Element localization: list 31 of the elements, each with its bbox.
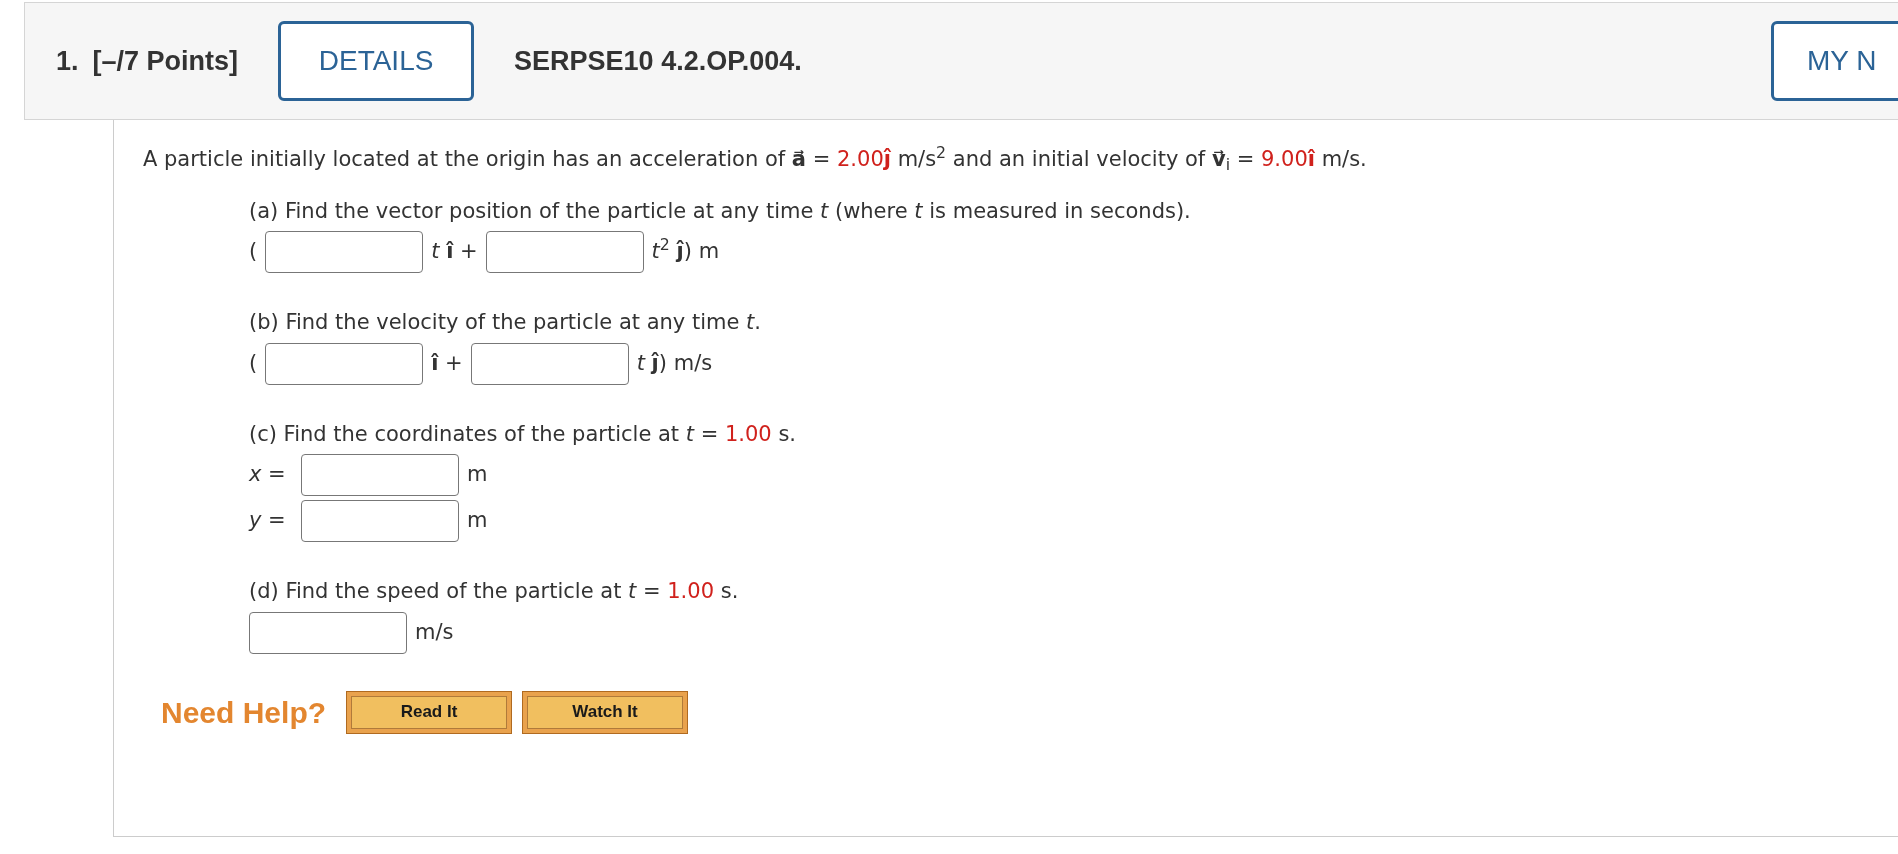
- unit-text: (: [249, 238, 258, 266]
- part-question: (d) Find the speed of the particle at t = 1.00 s.: [249, 578, 739, 605]
- unit-text: m/s: [415, 618, 454, 646]
- answer-field[interactable]: [301, 454, 459, 496]
- part-question: (b) Find the velocity of the particle at any time t.: [249, 309, 761, 336]
- answer-field[interactable]: [485, 231, 644, 273]
- question-id: SERPSE10 4.2.OP.004.: [514, 44, 802, 78]
- answer-field[interactable]: [301, 500, 459, 542]
- part-question: (c) Find the coordinates of the particle at t = 1.00 s.: [249, 420, 797, 448]
- answer-field[interactable]: [249, 611, 407, 654]
- details-button[interactable]: DETAILS: [278, 21, 475, 101]
- variable-label: x =: [249, 461, 287, 489]
- help-button[interactable]: Read It: [346, 690, 513, 734]
- points-label: [–/7 Points]: [92, 44, 239, 78]
- unit-text: m: [467, 507, 488, 535]
- my-notes-button[interactable]: MY N: [1771, 21, 1898, 101]
- unit-text: î +: [431, 349, 463, 377]
- need-help-label: Need Help?: [161, 694, 327, 731]
- unit-text: (: [249, 349, 258, 377]
- problem-statement: A particle initially located at the origin has an acceleration of a⃗ = 2.00ĵ m/s$^{2}$ and an initial velocity of v⃗$_{i}$ = 9.00î m/s.: [143, 144, 1367, 176]
- unit-text: t î +: [431, 238, 478, 266]
- help-button[interactable]: Watch It: [522, 690, 689, 734]
- part-question: (a) Find the vector position of the particle at any time t (where t is measured in seconds).: [249, 197, 1191, 225]
- unit-text: t$^{2}$ ĵ) m: [651, 236, 720, 266]
- unit-text: t ĵ) m/s: [636, 349, 713, 377]
- question-number: 1.: [56, 44, 79, 78]
- answer-field[interactable]: [470, 342, 629, 385]
- answer-field[interactable]: [265, 231, 424, 273]
- variable-label: y =: [249, 507, 287, 535]
- unit-text: m: [467, 461, 488, 489]
- answer-field[interactable]: [265, 342, 424, 385]
